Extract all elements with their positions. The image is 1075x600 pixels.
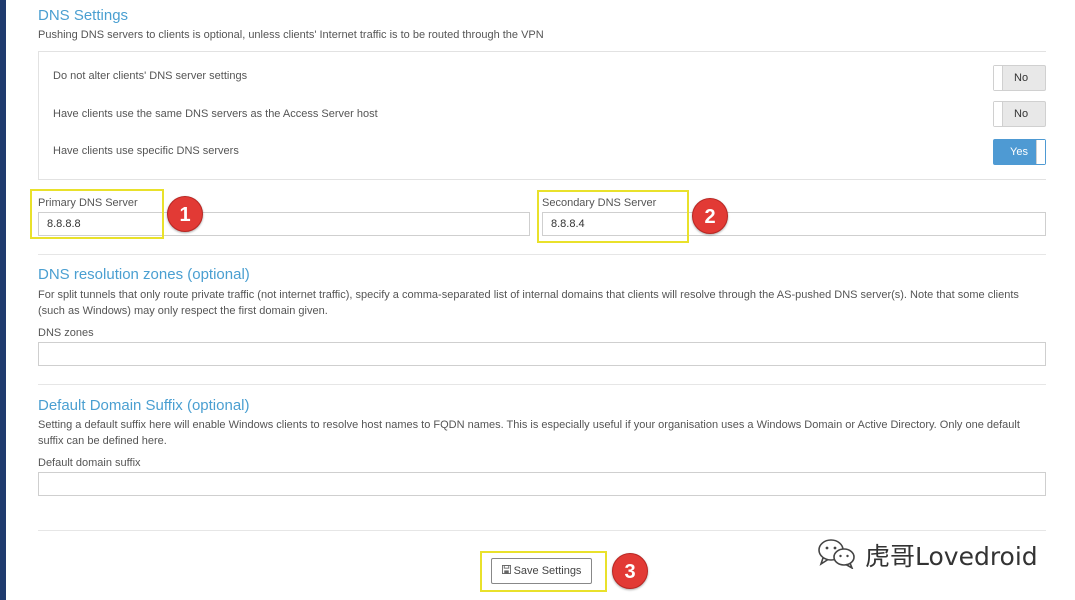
save-settings-button[interactable]: Save Settings bbox=[491, 558, 592, 584]
toggle-same-dns[interactable]: No bbox=[993, 101, 1046, 127]
toggle-value: No bbox=[1014, 108, 1029, 120]
option-label-specific-dns: Have clients use specific DNS servers bbox=[53, 145, 239, 157]
floppy-disk-icon bbox=[501, 565, 511, 577]
toggle-value: Yes bbox=[1010, 146, 1028, 158]
wechat-icon bbox=[817, 537, 857, 574]
toggle-do-not-alter[interactable]: No bbox=[993, 65, 1046, 91]
toggle-knob bbox=[994, 66, 1003, 90]
section-divider bbox=[38, 384, 1046, 385]
annotation-badge-3: 3 bbox=[612, 553, 648, 589]
section-divider bbox=[38, 254, 1046, 255]
section-divider bbox=[38, 530, 1046, 531]
watermark-text: 虎哥Lovedroid bbox=[865, 542, 1038, 571]
default-domain-suffix-label: Default domain suffix bbox=[38, 457, 141, 469]
dns-zones-input[interactable] bbox=[38, 342, 1046, 366]
dns-zones-label: DNS zones bbox=[38, 327, 94, 339]
default-domain-suffix-input[interactable] bbox=[38, 472, 1046, 496]
toggle-knob bbox=[994, 102, 1003, 126]
watermark: 虎哥Lovedroid bbox=[817, 538, 1038, 572]
dns-settings-description: Pushing DNS servers to clients is option… bbox=[38, 29, 544, 41]
resolution-zones-title: DNS resolution zones (optional) bbox=[38, 266, 250, 283]
annotation-badge-1: 1 bbox=[167, 196, 203, 232]
highlight-box-secondary bbox=[537, 190, 689, 243]
option-label-same-dns: Have clients use the same DNS servers as… bbox=[53, 108, 378, 120]
dns-settings-title: DNS Settings bbox=[38, 7, 129, 24]
resolution-zones-description: For split tunnels that only route privat… bbox=[38, 289, 1019, 317]
annotation-badge-2: 2 bbox=[692, 198, 728, 234]
left-sidebar-edge bbox=[0, 0, 6, 600]
option-label-do-not-alter: Do not alter clients' DNS server setting… bbox=[53, 70, 248, 82]
toggle-specific-dns[interactable]: Yes bbox=[993, 139, 1046, 165]
highlight-box-primary bbox=[30, 189, 164, 239]
domain-suffix-description: Setting a default suffix here will enabl… bbox=[38, 419, 1020, 447]
toggle-value: No bbox=[1014, 72, 1029, 84]
save-settings-label: Save Settings bbox=[513, 565, 582, 577]
toggle-knob bbox=[1036, 140, 1045, 164]
dns-options-panel: Do not alter clients' DNS server setting… bbox=[38, 51, 1046, 180]
domain-suffix-title: Default Domain Suffix (optional) bbox=[38, 397, 250, 414]
